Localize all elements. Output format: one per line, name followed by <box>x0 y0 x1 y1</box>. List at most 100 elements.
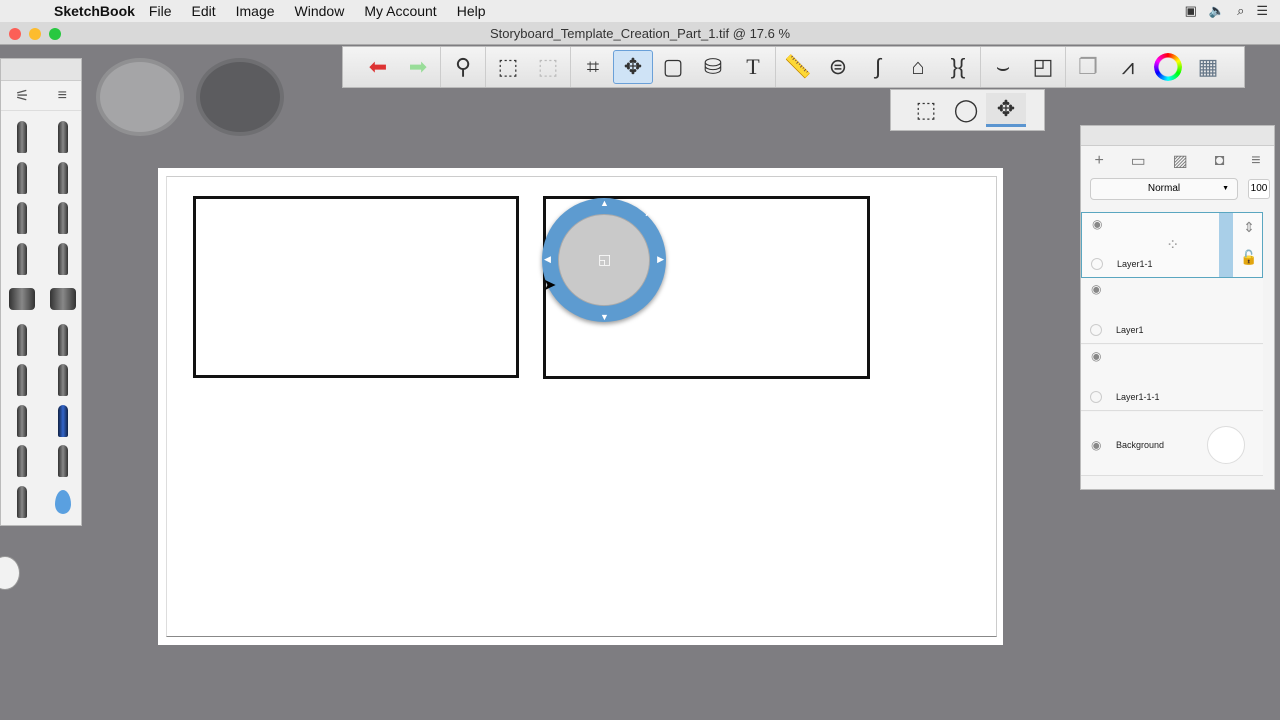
shape-icon[interactable]: ◰ <box>1023 50 1063 84</box>
menu-image[interactable]: Image <box>236 3 275 19</box>
menu-app-name[interactable]: SketchBook <box>54 3 135 19</box>
menu-edit[interactable]: Edit <box>191 3 215 19</box>
brush-preset[interactable] <box>1 320 42 361</box>
adobe-icon[interactable]: ▣ <box>1185 3 1197 19</box>
brush-preset[interactable] <box>42 198 83 239</box>
volume-icon[interactable]: 🔈 <box>1209 3 1225 19</box>
layer-row[interactable]: ◉ Layer1 <box>1081 278 1263 344</box>
add-image-icon[interactable]: ▨ <box>1173 151 1188 171</box>
redo-icon[interactable]: ➡ <box>398 50 438 84</box>
visibility-eye-icon[interactable]: ◉ <box>1091 438 1101 452</box>
add-group-icon[interactable]: ▭ <box>1131 151 1146 171</box>
brush-preset[interactable] <box>42 320 83 361</box>
visibility-eye-icon[interactable]: ◉ <box>1091 282 1101 296</box>
lagoon-handle[interactable] <box>0 556 20 590</box>
visibility-eye-icon[interactable]: ◉ <box>1092 217 1102 231</box>
zoom-button[interactable] <box>49 28 61 40</box>
brush-icon <box>57 445 68 478</box>
crop-select-icon[interactable]: ⬚ <box>528 50 568 84</box>
arrow-down-icon[interactable]: ▼ <box>600 312 609 322</box>
brush-list-icon[interactable]: ≡ <box>58 87 67 105</box>
symmetry-icon[interactable]: }{ <box>938 50 978 84</box>
brush-preset[interactable] <box>42 158 83 199</box>
visibility-eye-icon[interactable]: ◉ <box>1091 349 1101 363</box>
undo-icon[interactable]: ⬅ <box>358 50 398 84</box>
brush-preset[interactable] <box>1 158 42 199</box>
background-color-swatch[interactable] <box>1207 426 1245 464</box>
opacity-field[interactable]: 100 <box>1248 179 1270 199</box>
brush-preset[interactable] <box>1 198 42 239</box>
fill-icon[interactable]: ⛁ <box>693 50 733 84</box>
transform-puck[interactable]: ◱ ▲ ▼ ◀ ▶ ✕ <box>542 198 666 322</box>
brush-preset[interactable] <box>1 239 42 280</box>
brush-preset[interactable] <box>42 279 83 320</box>
lasso-icon[interactable]: ◯ <box>946 93 986 127</box>
rect-select-icon[interactable]: ⬚ <box>906 93 946 127</box>
arrow-right-icon[interactable]: ▶ <box>657 254 664 265</box>
scale-icon[interactable]: ◱ <box>598 251 611 268</box>
brush-preset[interactable] <box>1 441 42 482</box>
brush-library-icon[interactable]: ⩘ <box>1108 50 1148 84</box>
brush-icon <box>57 121 68 154</box>
brush-preset[interactable] <box>42 401 83 442</box>
storyboard-panel-1 <box>193 196 519 378</box>
crop-icon[interactable]: ⌗ <box>573 50 613 84</box>
perspective-icon[interactable]: ⌂ <box>898 50 938 84</box>
layer-radio[interactable] <box>1090 324 1102 336</box>
brush-preset[interactable] <box>1 279 42 320</box>
ruler-icon[interactable]: 📏 <box>778 50 818 84</box>
primary-color-puck[interactable] <box>96 58 184 136</box>
brush-preset[interactable] <box>1 482 42 523</box>
menu-file[interactable]: File <box>149 3 172 19</box>
french-curve-icon[interactable]: ∫ <box>858 50 898 84</box>
search-icon[interactable]: ⌕ <box>1237 3 1244 19</box>
swatches-icon[interactable]: ▦ <box>1188 50 1228 84</box>
list-icon[interactable]: ☰ <box>1256 3 1268 19</box>
layer-panel-header[interactable] <box>1081 126 1274 146</box>
palette-header[interactable] <box>1 59 81 81</box>
menu-window[interactable]: Window <box>295 3 345 19</box>
transform-icon[interactable]: ✥ <box>613 50 653 84</box>
brush-preset[interactable] <box>42 482 83 523</box>
distort-icon[interactable]: ▢ <box>653 50 693 84</box>
layer-row[interactable]: ◉ Background <box>1081 412 1263 476</box>
add-layer-icon[interactable]: + <box>1094 152 1103 170</box>
brush-preset[interactable] <box>1 117 42 158</box>
puck-center[interactable]: ◱ <box>558 214 650 306</box>
menu-help[interactable]: Help <box>457 3 486 19</box>
select-icon[interactable]: ⬚ <box>488 50 528 84</box>
arrow-up-icon[interactable]: ▲ <box>600 198 609 208</box>
layer-move-icon[interactable]: ⇕ <box>1235 212 1263 242</box>
layer-lock-icon[interactable]: 🔓 <box>1235 242 1263 272</box>
brush-preset[interactable] <box>42 117 83 158</box>
brush-preset[interactable] <box>42 239 83 280</box>
close-puck-icon[interactable]: ✕ <box>644 206 654 220</box>
layer-radio[interactable] <box>1091 258 1103 270</box>
brush-size-puck[interactable] <box>196 58 284 136</box>
layer-menu-icon[interactable]: ≡ <box>1251 152 1260 170</box>
title-bar: Storyboard_Template_Creation_Part_1.tif … <box>0 22 1280 45</box>
ellipse-icon[interactable]: ⊜ <box>818 50 858 84</box>
copic-icon[interactable]: ❐ <box>1068 50 1108 84</box>
layer-row[interactable]: ◉ Layer1-1-1 <box>1081 345 1263 411</box>
brush-preset[interactable] <box>42 441 83 482</box>
brush-icon <box>57 161 68 194</box>
zoom-icon[interactable]: ⚲ <box>443 50 483 84</box>
minimize-button[interactable] <box>29 28 41 40</box>
text-icon[interactable]: T <box>733 50 773 84</box>
brush-preset[interactable] <box>1 360 42 401</box>
opacity-slider[interactable] <box>1219 213 1233 277</box>
brush-preset[interactable] <box>42 360 83 401</box>
layer-editor: + ▭ ▨ ◘ ≡ Normal ▼ 100 ◉ ⁘ Layer1-1 ⇕ 🔓 ◉ … <box>1080 125 1275 490</box>
menu-my-account[interactable]: My Account <box>364 3 436 19</box>
move-icon[interactable]: ✥ <box>986 93 1026 127</box>
stroke-icon[interactable]: ⌣ <box>983 50 1023 84</box>
arrow-left-icon[interactable]: ◀ <box>544 254 551 265</box>
brush-preset[interactable] <box>1 401 42 442</box>
brush-settings-icon[interactable]: ⚟ <box>15 86 29 106</box>
close-button[interactable] <box>9 28 21 40</box>
layer-radio[interactable] <box>1090 391 1102 403</box>
mask-icon[interactable]: ◘ <box>1215 152 1225 170</box>
blend-mode-select[interactable]: Normal ▼ <box>1090 178 1238 200</box>
color-wheel-icon[interactable] <box>1148 50 1188 84</box>
